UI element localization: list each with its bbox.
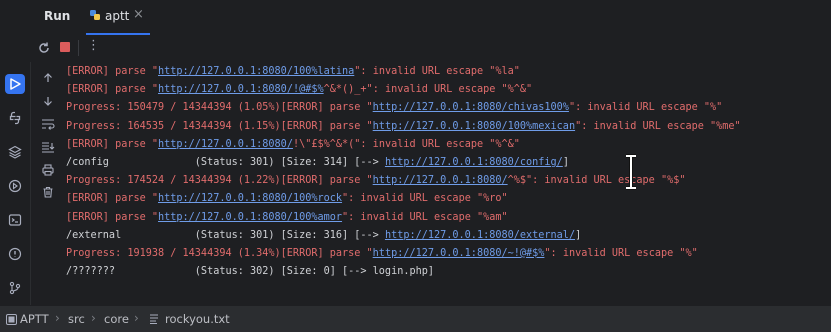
- breadcrumb-project[interactable]: APTT: [20, 312, 49, 326]
- stop-icon[interactable]: [60, 42, 70, 52]
- chevron-right-icon: ›: [55, 311, 60, 325]
- console-url-link[interactable]: http://127.0.0.1:8080/chivas100%: [373, 102, 569, 113]
- console-line: /config (Status: 301) [Size: 314] [--> h…: [66, 154, 826, 172]
- rerun-icon[interactable]: [37, 41, 51, 55]
- console-line: /external (Status: 301) [Size: 316] [-->…: [66, 227, 826, 245]
- console-url-link[interactable]: http://127.0.0.1:8080/!@#$%: [158, 84, 324, 95]
- console-text: ^%$": invalid URL escape "%$": [507, 175, 686, 187]
- layers-icon[interactable]: [5, 142, 25, 162]
- console-url-link[interactable]: http://127.0.0.1:8080/100%amor: [158, 212, 342, 223]
- console-text: !\"£$%^&*(": invalid URL escape "%^&": [292, 138, 520, 150]
- console-text: Progress: 164535 / 14344394 (1.15%)[ERRO…: [66, 120, 373, 132]
- tool-window-title[interactable]: Run: [44, 9, 70, 23]
- console-line: Progress: 150479 / 14344394 (1.05%)[ERRO…: [66, 99, 826, 117]
- console-line: Progress: 191938 / 14344394 (1.34%)[ERRO…: [66, 245, 826, 263]
- print-icon[interactable]: [38, 162, 58, 178]
- scroll-down-icon[interactable]: [38, 93, 58, 109]
- python-console-icon[interactable]: [5, 108, 25, 128]
- console-text: ": invalid URL escape "%me": [575, 120, 741, 132]
- console-text: ": invalid URL escape "%am": [342, 211, 508, 223]
- console-url-link[interactable]: http://127.0.0.1:8080/: [158, 139, 293, 150]
- console-line: [ERROR] parse "http://127.0.0.1:8080/!@#…: [66, 81, 826, 99]
- console-text: /??????? (Status: 302) [Size: 0] [--> lo…: [66, 266, 435, 278]
- tab-label: aptt: [105, 9, 130, 23]
- console-url-link[interactable]: http://127.0.0.1:8080/: [373, 175, 508, 186]
- status-bar: APTT › src › core › rockyou.txt: [0, 305, 831, 332]
- close-icon[interactable]: ×: [133, 7, 144, 22]
- chevron-right-icon: ›: [134, 311, 139, 325]
- text-file-icon: [150, 314, 158, 324]
- left-tool-strip: [0, 62, 31, 305]
- problems-icon[interactable]: [5, 244, 25, 264]
- soft-wrap-icon[interactable]: [38, 116, 58, 132]
- python-icon: [90, 10, 100, 20]
- breadcrumb-core[interactable]: core: [104, 312, 129, 326]
- breadcrumb-src[interactable]: src: [68, 312, 85, 326]
- more-options-icon[interactable]: ⋮: [87, 38, 100, 54]
- console-url-link[interactable]: http://127.0.0.1:8080/~!@#$%: [373, 248, 545, 259]
- console-url-link[interactable]: http://127.0.0.1:8080/external/: [385, 230, 575, 241]
- console-text: ^&*()_+": invalid URL escape "%^&": [323, 84, 533, 96]
- console-text: Progress: 150479 / 14344394 (1.05%)[ERRO…: [66, 102, 373, 114]
- console-text: [ERROR] parse ": [66, 211, 159, 223]
- trash-icon[interactable]: [38, 184, 58, 200]
- console-line: Progress: 164535 / 14344394 (1.15%)[ERRO…: [66, 118, 826, 136]
- console-url-link[interactable]: http://127.0.0.1:8080/config/: [385, 157, 563, 168]
- console-text: /external (Status: 301) [Size: 316] [-->: [66, 229, 385, 241]
- console-text: [ERROR] parse ": [66, 84, 159, 96]
- console-line: [ERROR] parse "http://127.0.0.1:8080/100…: [66, 209, 826, 227]
- console-line: [ERROR] parse "http://127.0.0.1:8080/100…: [66, 190, 826, 208]
- console-actions: [38, 68, 60, 208]
- breadcrumb-file[interactable]: rockyou.txt: [165, 312, 230, 326]
- console-line: [ERROR] parse "http://127.0.0.1:8080/!\"…: [66, 136, 826, 154]
- toolbar-divider: [78, 40, 79, 56]
- console-output[interactable]: [ERROR] parse "http://127.0.0.1:8080/100…: [66, 63, 826, 303]
- console-url-link[interactable]: http://127.0.0.1:8080/100%latina: [158, 66, 354, 77]
- console-text: ]: [562, 156, 569, 168]
- chevron-right-icon: ›: [91, 311, 96, 325]
- console-text: ": invalid URL escape "%la": [354, 66, 520, 77]
- scroll-up-icon[interactable]: [38, 70, 58, 86]
- module-icon: [6, 314, 17, 325]
- console-line: [ERROR] parse "http://127.0.0.1:8080/100…: [66, 63, 826, 81]
- console-text: Progress: 174524 / 14344394 (1.22%)[ERRO…: [66, 175, 373, 187]
- git-icon[interactable]: [5, 278, 25, 298]
- services-icon[interactable]: [5, 176, 25, 196]
- console-url-link[interactable]: http://127.0.0.1:8080/100%mexican: [373, 121, 575, 132]
- tool-window-header: Run aptt ×: [0, 0, 831, 35]
- console-line: Progress: 174524 / 14344394 (1.22%)[ERRO…: [66, 172, 826, 190]
- console-text: [ERROR] parse ": [66, 138, 159, 150]
- run-toolbar: ⋮: [0, 35, 831, 62]
- console-url-link[interactable]: http://127.0.0.1:8080/100%rock: [158, 193, 342, 204]
- run-icon[interactable]: [5, 74, 25, 94]
- console-text: ": invalid URL escape "%ro": [342, 193, 508, 205]
- console-text: ]: [575, 229, 582, 241]
- console-text: Progress: 191938 / 14344394 (1.34%)[ERRO…: [66, 247, 373, 259]
- tab-aptt[interactable]: aptt ×: [86, 0, 150, 35]
- console-text: /config (Status: 301) [Size: 314] [-->: [66, 156, 385, 168]
- console-text: ": invalid URL escape "%": [568, 102, 723, 114]
- console-line: /??????? (Status: 302) [Size: 0] [--> lo…: [66, 263, 826, 281]
- scroll-to-end-icon[interactable]: [38, 139, 58, 155]
- console-text: [ERROR] parse ": [66, 66, 159, 77]
- text-cursor-icon: [626, 154, 636, 190]
- terminal-icon[interactable]: [5, 210, 25, 230]
- console-text: ": invalid URL escape "%": [544, 247, 698, 259]
- console-text: [ERROR] parse ": [66, 193, 159, 205]
